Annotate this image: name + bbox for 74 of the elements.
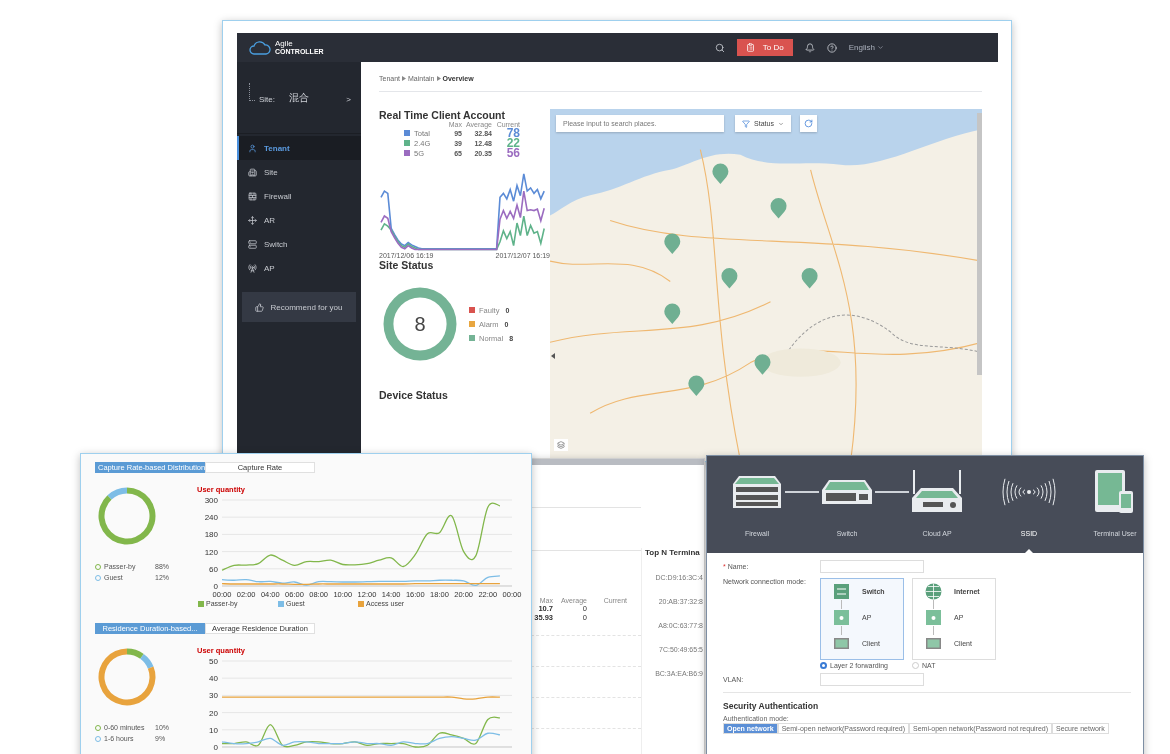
y-axis-label: 180 <box>204 530 218 540</box>
monitor-icon <box>925 636 942 651</box>
section-title: Top N Termina <box>645 548 700 557</box>
monitor-icon <box>833 636 850 651</box>
router-icon <box>909 470 965 514</box>
name-field[interactable] <box>820 560 924 573</box>
nav-item[interactable]: Switch <box>237 232 361 256</box>
caret-icon[interactable] <box>551 353 555 359</box>
y-axis-label: 0 <box>213 582 218 591</box>
todo-button[interactable]: To Do <box>736 39 793 56</box>
access-point-icon <box>925 609 942 626</box>
current-value: 78 <box>506 128 520 138</box>
site-label: Site: <box>259 95 275 104</box>
user-icon <box>248 143 257 153</box>
caret-icon <box>877 44 884 51</box>
y-axis-label: 10 <box>209 725 218 735</box>
wireless-signal-icon <box>999 477 1059 507</box>
y-axis-label: 60 <box>209 564 218 574</box>
chevron-icon <box>436 76 441 81</box>
vlan-field[interactable] <box>820 673 924 686</box>
search-icon[interactable] <box>714 42 725 53</box>
chevron-icon <box>402 76 407 81</box>
nav-item[interactable]: Site <box>237 160 361 184</box>
current-value: 22 <box>505 138 520 148</box>
nav-item[interactable]: Firewall <box>237 184 361 208</box>
building-icon <box>248 167 257 177</box>
chevron-text[interactable]: > <box>346 95 351 104</box>
step-pointer <box>1025 549 1033 553</box>
tree-line <box>249 83 255 101</box>
layers-icon <box>557 441 565 449</box>
scrollbar[interactable] <box>977 113 982 375</box>
help-icon[interactable] <box>826 42 837 53</box>
globe-icon <box>925 583 942 600</box>
server-icon <box>248 239 257 249</box>
connector-line <box>785 491 819 493</box>
thumbs-up-icon <box>255 302 265 312</box>
radio-button[interactable] <box>820 662 827 669</box>
radio-button[interactable] <box>912 662 919 669</box>
section-title: Real Time Client Account <box>379 109 507 121</box>
switch-icon <box>819 478 875 506</box>
language-dropdown[interactable]: English <box>848 43 884 52</box>
layers-button[interactable] <box>554 439 568 451</box>
y-axis-label: 30 <box>209 691 218 701</box>
section-title: Security Authentication <box>723 701 820 711</box>
move-icon <box>248 215 257 225</box>
access-point-icon <box>833 609 850 626</box>
y-axis-label: 50 <box>209 657 218 666</box>
site-count: 8 <box>414 312 426 336</box>
recommend-button[interactable]: Recommend for you <box>242 292 356 322</box>
site-value: 混合 <box>289 91 310 105</box>
y-axis-label: 240 <box>204 513 218 523</box>
clipboard-icon <box>745 43 755 52</box>
nav-item[interactable]: AP <box>237 256 361 280</box>
nav-item[interactable]: Tenant <box>237 136 361 160</box>
current-value: 56 <box>505 148 520 158</box>
refresh-icon <box>804 119 813 128</box>
logo-text: Agile <box>275 39 293 48</box>
refresh-button[interactable] <box>800 115 817 132</box>
section-title: Site Status <box>379 259 435 271</box>
y-axis-label: 20 <box>209 708 218 718</box>
nav-item[interactable]: AR <box>237 208 361 232</box>
section-title: Device Status <box>379 389 449 401</box>
bell-icon[interactable] <box>804 42 815 53</box>
y-axis-label: 40 <box>209 674 218 684</box>
cloud-icon <box>249 40 271 55</box>
connector-line <box>875 491 909 493</box>
radio-tower-icon <box>248 263 257 273</box>
switch-icon <box>833 583 850 600</box>
caret-icon <box>777 120 784 127</box>
y-axis-label: 0 <box>213 743 218 752</box>
y-axis-label: 120 <box>204 547 218 557</box>
filter-icon <box>742 119 751 128</box>
y-axis-label: 300 <box>204 496 218 505</box>
brick-wall-icon <box>248 191 257 201</box>
